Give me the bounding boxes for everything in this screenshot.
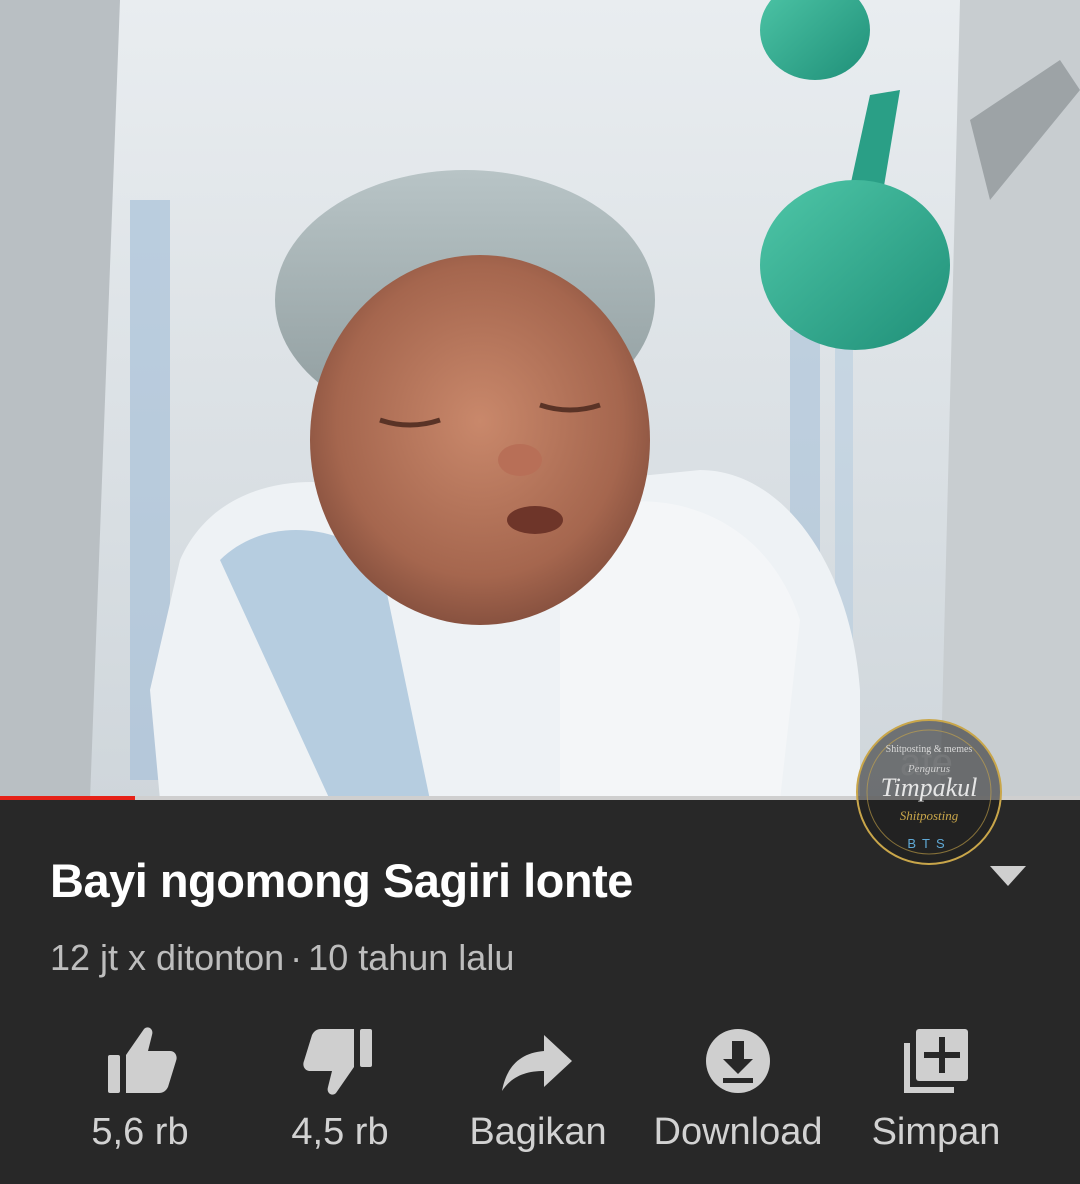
expand-description-icon[interactable] [988, 864, 1028, 888]
svg-text:Shitposting & memes: Shitposting & memes [886, 744, 973, 755]
like-button[interactable]: 5,6 rb [40, 1015, 240, 1165]
download-icon [706, 1029, 770, 1093]
share-icon [502, 1035, 572, 1091]
svg-text:Timpakul: Timpakul [881, 773, 978, 802]
view-count: 12 jt x ditonton [50, 937, 285, 978]
like-count: 5,6 rb [91, 1111, 189, 1153]
svg-text:BTS: BTS [907, 836, 950, 851]
download-button[interactable]: Download [638, 1015, 838, 1165]
dislike-button[interactable]: 4,5 rb [240, 1015, 440, 1165]
thumbs-down-icon [303, 1029, 372, 1095]
download-label: Download [653, 1111, 823, 1153]
dislike-count: 4,5 rb [291, 1111, 389, 1153]
svg-text:Shitposting: Shitposting [900, 808, 959, 823]
video-frame-image: afe [0, 0, 1080, 800]
share-button[interactable]: Bagikan [438, 1015, 638, 1165]
video-progress-fill [0, 796, 135, 800]
watermark-badge: Shitposting & memes Pengurus Timpakul Sh… [856, 719, 1002, 865]
video-meta: 12 jt x ditonton · 10 tahun lalu [50, 935, 514, 981]
save-button[interactable]: Simpan [836, 1015, 1036, 1165]
thumbs-up-icon [108, 1027, 177, 1093]
save-label: Simpan [871, 1111, 1001, 1153]
upload-age: 10 tahun lalu [308, 937, 515, 978]
add-to-playlist-icon [904, 1029, 968, 1093]
share-label: Bagikan [469, 1111, 607, 1153]
meta-separator: · [290, 937, 303, 978]
video-title: Bayi ngomong Sagiri lonte [50, 854, 633, 907]
video-player[interactable]: afe [0, 0, 1080, 800]
